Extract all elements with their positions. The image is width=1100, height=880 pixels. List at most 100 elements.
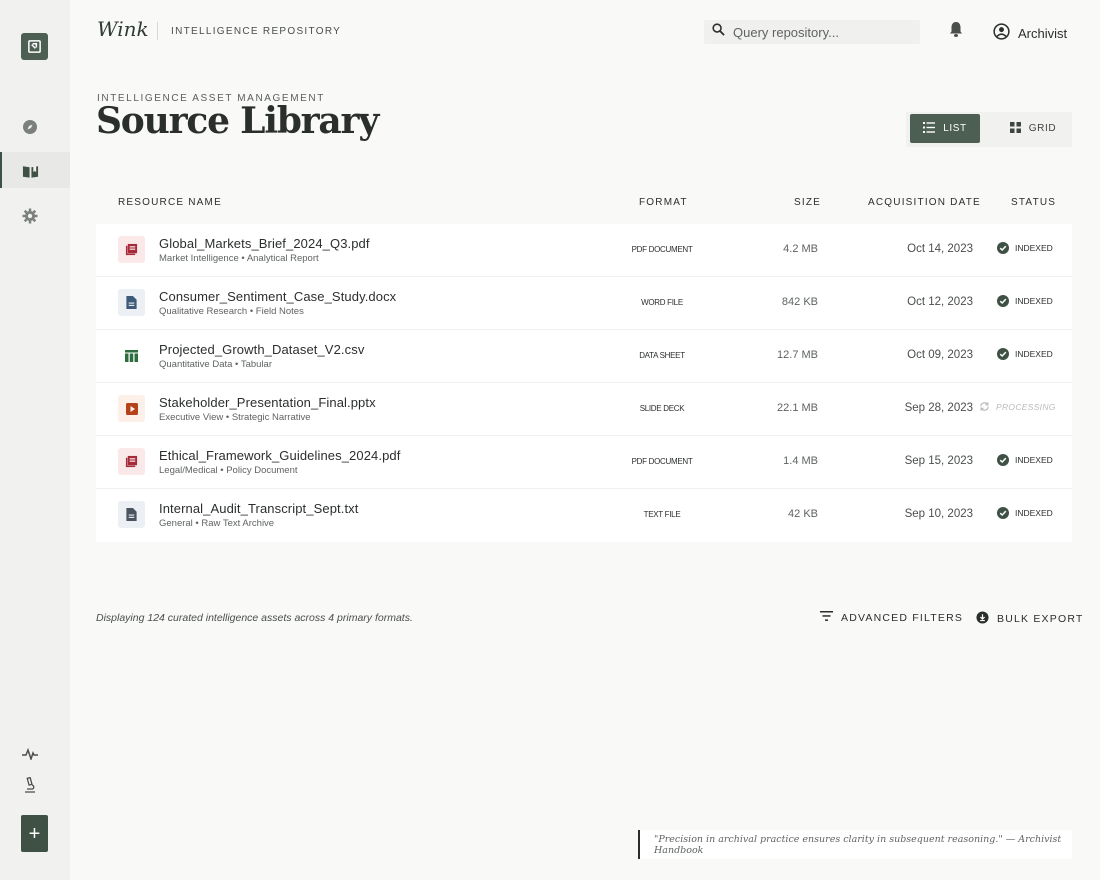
resource-name[interactable]: Stakeholder_Presentation_Final.pptx — [159, 395, 376, 410]
resource-size: 22.1 MB — [777, 402, 818, 414]
brand-logo[interactable]: Wink — [97, 17, 149, 41]
resource-date: Sep 15, 2023 — [904, 455, 973, 467]
plus-icon: + — [28, 822, 41, 845]
microscope-icon[interactable] — [20, 775, 40, 795]
user-name: Archivist — [1018, 25, 1068, 41]
resource-format: PDF DOCUMENT — [631, 457, 693, 466]
status-label: PROCESSING — [996, 401, 1056, 412]
resource-name[interactable]: Internal_Audit_Transcript_Sept.txt — [159, 501, 358, 516]
status-label: INDEXED — [1015, 455, 1053, 465]
grid-icon — [1009, 121, 1021, 136]
resource-meta: Legal/Medical • Policy Document — [159, 465, 298, 476]
table-row[interactable]: Projected_Growth_Dataset_V2.csv Quantita… — [96, 330, 1072, 383]
status-label: INDEXED — [1015, 243, 1053, 253]
resource-meta: Quantitative Data • Tabular — [159, 359, 272, 370]
table-row[interactable]: Stakeholder_Presentation_Final.pptx Exec… — [96, 383, 1072, 436]
archivist-quote: "Precision in archival practice ensures … — [638, 830, 1072, 859]
list-view-button[interactable]: LIST — [910, 114, 980, 143]
resource-format: SLIDE DECK — [639, 404, 685, 413]
resource-name[interactable]: Consumer_Sentiment_Case_Study.docx — [159, 289, 396, 304]
resource-meta: General • Raw Text Archive — [159, 518, 275, 529]
status-label: INDEXED — [1015, 349, 1053, 359]
resource-date: Oct 12, 2023 — [907, 296, 973, 308]
status-badge: INDEXED — [997, 348, 1053, 360]
column-header-date[interactable]: ACQUISITION DATE — [868, 197, 981, 208]
status-badge: INDEXED — [997, 507, 1053, 519]
list-icon — [923, 121, 936, 136]
results-summary: Displaying 124 curated intelligence asse… — [96, 612, 413, 624]
search-icon — [712, 23, 725, 41]
resource-table: Global_Markets_Brief_2024_Q3.pdf Market … — [96, 224, 1072, 542]
resource-size: 42 KB — [788, 508, 818, 520]
page-title: Source Library — [96, 100, 379, 142]
grid-view-label: GRID — [1028, 123, 1057, 134]
bulk-export-button[interactable]: BULK EXPORT — [976, 611, 1084, 627]
resource-date: Sep 28, 2023 — [904, 402, 973, 414]
library-book-icon[interactable] — [20, 161, 40, 181]
sync-icon — [980, 402, 989, 411]
settings-gear-icon[interactable] — [20, 206, 40, 226]
table-row[interactable]: Ethical_Framework_Guidelines_2024.pdf Le… — [96, 436, 1072, 489]
sidebar: + — [0, 0, 70, 880]
document-icon — [118, 289, 145, 316]
status-badge: INDEXED — [997, 295, 1053, 307]
compass-icon[interactable] — [20, 117, 40, 137]
resource-name[interactable]: Global_Markets_Brief_2024_Q3.pdf — [159, 236, 370, 251]
column-header-size[interactable]: SIZE — [794, 197, 821, 208]
filter-icon — [820, 611, 833, 624]
resource-size: 842 KB — [781, 296, 818, 308]
resource-format: DATA SHEET — [639, 351, 685, 360]
resource-meta: Executive View • Strategic Narrative — [159, 412, 311, 423]
user-menu[interactable]: Archivist — [993, 23, 1067, 43]
list-view-label: LIST — [943, 123, 967, 134]
user-circle-icon — [993, 23, 1010, 43]
column-header-status[interactable]: STATUS — [1011, 197, 1056, 208]
slides-play-icon — [118, 395, 145, 422]
activity-pulse-icon[interactable] — [20, 744, 40, 764]
verified-check-icon — [997, 348, 1009, 360]
status-label: INDEXED — [1015, 508, 1053, 518]
resource-name[interactable]: Ethical_Framework_Guidelines_2024.pdf — [159, 448, 400, 463]
resource-meta: Qualitative Research • Field Notes — [159, 306, 304, 317]
app-logo-icon[interactable] — [21, 33, 48, 60]
table-row[interactable]: Global_Markets_Brief_2024_Q3.pdf Market … — [96, 224, 1072, 277]
resource-size: 4.2 MB — [783, 243, 818, 255]
grid-view-button[interactable]: GRID — [998, 114, 1068, 143]
status-label: INDEXED — [1015, 296, 1053, 306]
divider — [157, 22, 158, 40]
table-row[interactable]: Internal_Audit_Transcript_Sept.txt Gener… — [96, 489, 1072, 542]
app-subtitle: INTELLIGENCE REPOSITORY — [171, 26, 342, 37]
advanced-filters-label: ADVANCED FILTERS — [841, 611, 964, 624]
search-bar[interactable] — [704, 20, 920, 44]
verified-check-icon — [997, 454, 1009, 466]
add-button[interactable]: + — [21, 815, 48, 852]
resource-format: PDF DOCUMENT — [631, 245, 693, 254]
status-badge: INDEXED — [997, 242, 1053, 254]
column-header-name[interactable]: RESOURCE NAME — [118, 197, 222, 208]
bulk-export-label: BULK EXPORT — [997, 613, 1084, 625]
notification-bell-icon[interactable] — [948, 21, 964, 43]
document-icon — [118, 501, 145, 528]
column-header-format[interactable]: FORMAT — [639, 197, 688, 208]
search-input[interactable] — [733, 24, 913, 40]
resource-name[interactable]: Projected_Growth_Dataset_V2.csv — [159, 342, 364, 357]
resource-size: 1.4 MB — [783, 455, 818, 467]
resource-size: 12.7 MB — [777, 349, 818, 361]
resource-date: Oct 09, 2023 — [907, 349, 973, 361]
advanced-filters-button[interactable]: ADVANCED FILTERS — [820, 611, 963, 624]
verified-check-icon — [997, 507, 1009, 519]
pdf-icon — [118, 236, 145, 263]
table-icon — [118, 342, 145, 369]
view-toggle: LIST GRID — [906, 112, 1072, 147]
verified-check-icon — [997, 242, 1009, 254]
table-row[interactable]: Consumer_Sentiment_Case_Study.docx Quali… — [96, 277, 1072, 330]
resource-format: WORD FILE — [641, 298, 683, 307]
verified-check-icon — [997, 295, 1009, 307]
export-download-icon — [976, 611, 989, 627]
status-badge: INDEXED — [997, 454, 1053, 466]
pdf-icon — [118, 448, 145, 475]
status-badge: PROCESSING — [979, 401, 1056, 412]
resource-meta: Market Intelligence • Analytical Report — [159, 253, 319, 264]
resource-format: TEXT FILE — [643, 510, 681, 519]
resource-date: Oct 14, 2023 — [907, 243, 973, 255]
